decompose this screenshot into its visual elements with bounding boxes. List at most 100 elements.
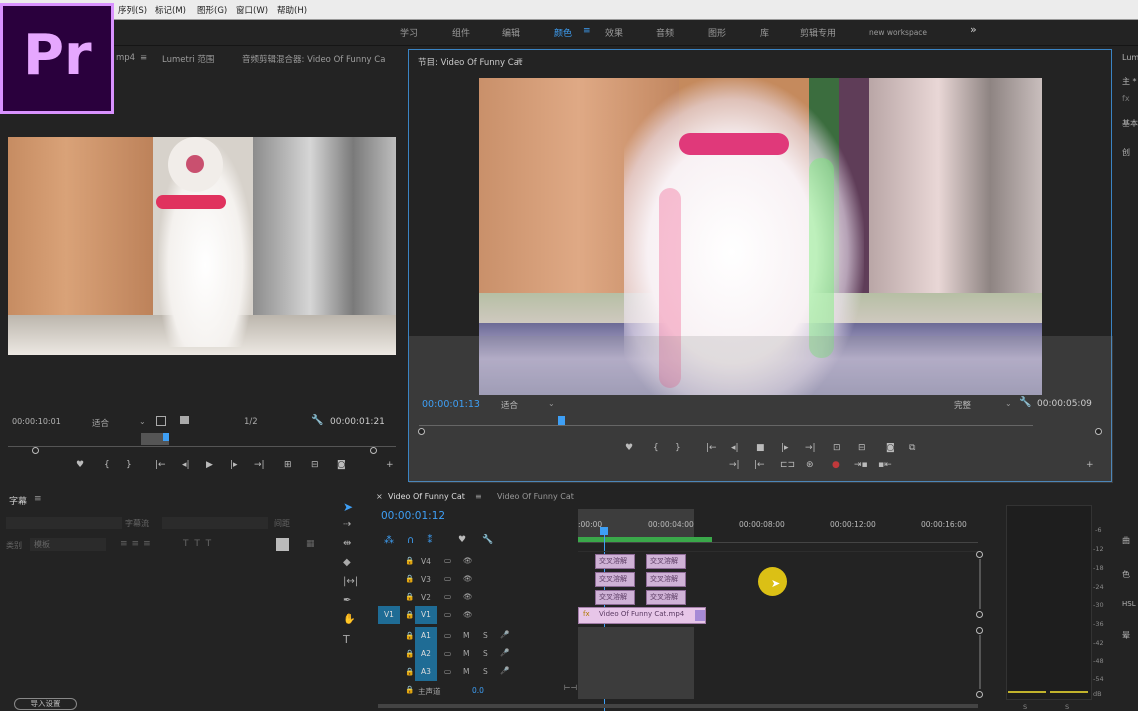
source-fit-chevron-icon[interactable]: ⌄ bbox=[139, 417, 146, 426]
workspace-new[interactable]: new workspace bbox=[869, 28, 927, 37]
timeline-audio-scrollbar[interactable] bbox=[979, 635, 981, 689]
export-frame-icon[interactable]: ◙ bbox=[337, 460, 346, 470]
source-zoom-end-handle[interactable] bbox=[370, 447, 377, 454]
program-zoom-start-handle[interactable] bbox=[418, 428, 425, 435]
solo-a3-button[interactable]: S bbox=[483, 667, 488, 676]
track-v2-label[interactable]: V2 bbox=[421, 593, 431, 602]
audio-mixer-tab[interactable]: 音频剪辑混合器: Video Of Funny Ca bbox=[242, 53, 385, 65]
program-fit-chevron-icon[interactable]: ⌄ bbox=[548, 399, 555, 408]
slip-tool-icon[interactable]: |↔| bbox=[343, 576, 358, 587]
meter-solo-left[interactable]: S bbox=[1023, 703, 1027, 711]
program-lift-icon[interactable]: ⊡ bbox=[833, 443, 841, 453]
program-quality-dropdown[interactable]: 完整 bbox=[954, 399, 971, 411]
source-tab-menu-icon[interactable]: ≡ bbox=[140, 53, 147, 63]
track-a1-label[interactable]: A1 bbox=[415, 627, 437, 645]
timeline-add-marker-icon[interactable]: ♥ bbox=[458, 535, 466, 545]
timeline-vscroll-handle[interactable] bbox=[976, 551, 983, 558]
source-wrench-icon[interactable]: 🔧 bbox=[311, 415, 323, 426]
timeline-tab-close-icon[interactable]: × bbox=[376, 492, 383, 501]
program-extract-icon[interactable]: ⊟ bbox=[858, 443, 866, 453]
lumetri-scopes-tab[interactable]: Lumetri 范围 bbox=[162, 53, 214, 65]
source-settings-icon[interactable] bbox=[156, 416, 166, 426]
solo-a1-button[interactable]: S bbox=[483, 631, 488, 640]
work-area-bar[interactable] bbox=[578, 537, 712, 542]
program-go-to-end-icon[interactable]: |← bbox=[754, 460, 765, 470]
type-tool-icon[interactable]: T bbox=[343, 633, 350, 646]
transition-clip[interactable]: 交叉溶解 bbox=[646, 554, 686, 569]
button-editor-icon[interactable]: + bbox=[386, 460, 394, 470]
mute-a2-button[interactable]: M bbox=[463, 649, 469, 658]
track-v3-label[interactable]: V3 bbox=[421, 575, 431, 584]
program-mark-in-icon[interactable]: { bbox=[653, 443, 659, 453]
transition-clip[interactable]: 交叉溶解 bbox=[595, 590, 635, 605]
selection-tool-icon[interactable]: ➤ bbox=[343, 500, 353, 514]
lumetri-basic[interactable]: 基本 bbox=[1122, 118, 1138, 129]
timeline-tab-second[interactable]: Video Of Funny Cat bbox=[497, 492, 574, 501]
lumetri-hsl[interactable]: HSL bbox=[1122, 600, 1136, 608]
program-compare-icon[interactable]: ⧉ bbox=[909, 443, 915, 453]
source-playhead[interactable] bbox=[163, 433, 169, 441]
program-step-back-icon[interactable]: ◂| bbox=[731, 443, 739, 453]
program-record-icon[interactable]: ● bbox=[832, 460, 840, 470]
meter-solo-right[interactable]: S bbox=[1065, 703, 1069, 711]
program-add-marker-icon[interactable]: ♥ bbox=[625, 443, 633, 453]
overwrite-icon[interactable]: ⊟ bbox=[311, 460, 319, 470]
transition-clip[interactable]: 交叉溶解 bbox=[595, 572, 635, 587]
timeline-vscroll-handle[interactable] bbox=[976, 627, 983, 634]
master-volume-value[interactable]: 0.0 bbox=[472, 686, 484, 695]
workspaces-more-icon[interactable]: » bbox=[970, 23, 977, 36]
menu-graphics[interactable]: 图形(G) bbox=[197, 4, 227, 16]
hand-tool-icon[interactable]: ✋ bbox=[343, 614, 355, 625]
timeline-tab-menu-icon[interactable]: ≡ bbox=[475, 492, 482, 501]
go-to-in-icon[interactable]: |← bbox=[155, 460, 166, 470]
workspace-color-menu-icon[interactable]: ≡ bbox=[583, 26, 591, 36]
video-clip-main[interactable]: fx Video Of Funny Cat.mp4 bbox=[578, 607, 706, 624]
source-timecode[interactable]: 00:00:10:01 bbox=[12, 417, 61, 426]
mute-a1-button[interactable]: M bbox=[463, 631, 469, 640]
lumetri-color-wheels[interactable]: 色 bbox=[1122, 569, 1130, 580]
transition-clip[interactable]: 交叉溶解 bbox=[595, 554, 635, 569]
play-icon[interactable]: ▶ bbox=[206, 460, 213, 470]
timeline-hscrollbar[interactable] bbox=[378, 704, 978, 708]
captions-search-input[interactable] bbox=[6, 517, 122, 529]
source-fit-dropdown[interactable]: 适合 bbox=[92, 417, 109, 429]
program-button-editor-icon[interactable]: + bbox=[1086, 460, 1094, 470]
mark-out-icon[interactable]: } bbox=[126, 460, 132, 470]
source-tab[interactable]: mp4 bbox=[116, 53, 135, 63]
insert-icon[interactable]: ⊞ bbox=[284, 460, 292, 470]
program-trim-icon[interactable]: ⊏⊐ bbox=[780, 460, 795, 470]
workspace-effects[interactable]: 效果 bbox=[605, 26, 623, 39]
track-select-tool-icon[interactable]: ⇢ bbox=[343, 519, 351, 530]
lumetri-vignette[interactable]: 晕 bbox=[1122, 630, 1130, 641]
program-time-ruler[interactable] bbox=[419, 416, 1033, 426]
mute-a3-button[interactable]: M bbox=[463, 667, 469, 676]
workspace-libraries[interactable]: 库 bbox=[760, 26, 769, 39]
program-zoom-end-handle[interactable] bbox=[1095, 428, 1102, 435]
captions-category-dropdown[interactable]: 模板 bbox=[30, 538, 106, 551]
program-fit-dropdown[interactable]: 适合 bbox=[501, 399, 518, 411]
timeline-toolbar-icons[interactable]: ⁂∩⁑ bbox=[384, 535, 445, 546]
timeline-ruler[interactable]: :00:00 00:00:04:00 00:00:08:00 00:00:12:… bbox=[578, 507, 978, 543]
go-to-out-icon[interactable]: →| bbox=[254, 460, 265, 470]
track-a2-label[interactable]: A2 bbox=[415, 645, 437, 663]
transition-clip[interactable]: 交叉溶解 bbox=[646, 590, 686, 605]
captions-color-swatch[interactable] bbox=[276, 538, 289, 551]
captions-align-icons[interactable]: ≡≡≡ bbox=[120, 539, 155, 549]
step-back-icon[interactable]: ◂| bbox=[182, 460, 190, 470]
timeline-playhead-handle[interactable] bbox=[600, 527, 608, 535]
program-overwrite-icon[interactable]: ▪⇤ bbox=[878, 460, 892, 470]
captions-text-format-icons[interactable]: TTT bbox=[183, 539, 217, 549]
menu-markers[interactable]: 标记(M) bbox=[155, 4, 186, 16]
program-go-to-in-icon[interactable]: |← bbox=[706, 443, 717, 453]
program-go-to-out-icon[interactable]: →| bbox=[805, 443, 816, 453]
program-quality-chevron-icon[interactable]: ⌄ bbox=[1005, 399, 1012, 408]
program-step-forward-icon[interactable]: |▸ bbox=[781, 443, 789, 453]
workspace-audio[interactable]: 音频 bbox=[656, 26, 674, 39]
track-a3-label[interactable]: A3 bbox=[415, 663, 437, 681]
add-marker-icon[interactable]: ♥ bbox=[76, 460, 84, 470]
workspace-color[interactable]: 颜色 bbox=[554, 26, 572, 39]
source-zoom-start-handle[interactable] bbox=[32, 447, 39, 454]
program-timecode[interactable]: 00:00:01:13 bbox=[422, 399, 480, 410]
program-export-frame-icon[interactable]: ◙ bbox=[886, 443, 895, 453]
captions-menu-icon[interactable]: ≡ bbox=[34, 494, 42, 504]
